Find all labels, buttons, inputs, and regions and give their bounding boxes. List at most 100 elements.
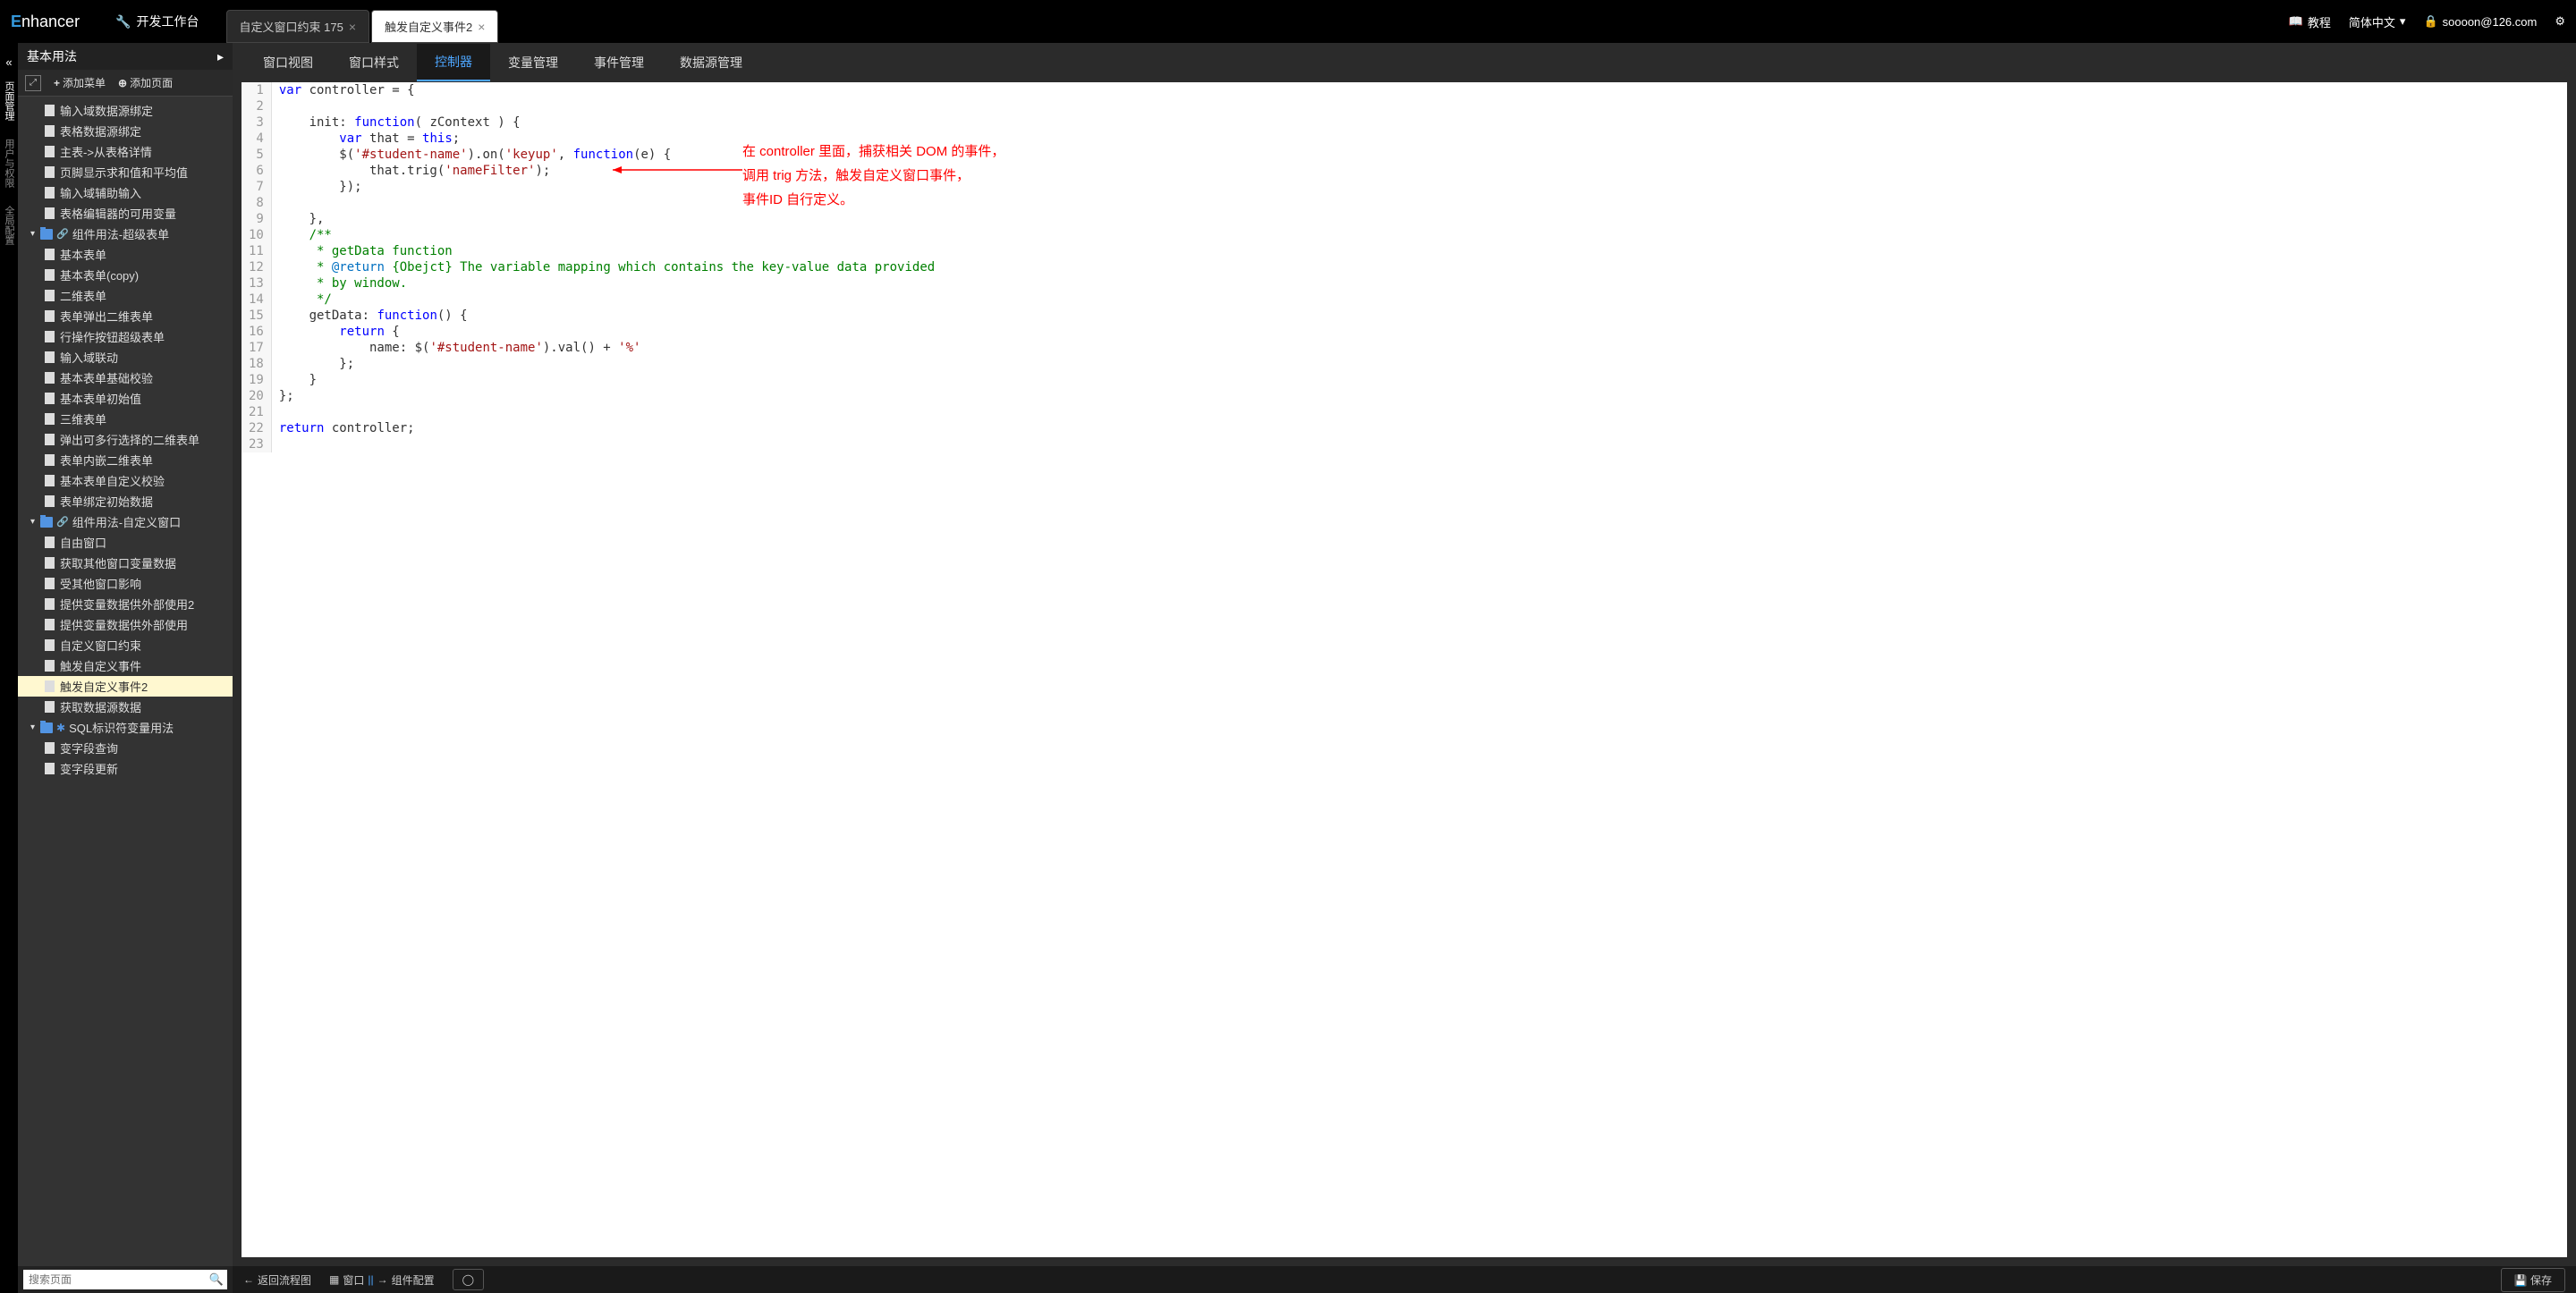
save-icon: 💾 [2514,1274,2528,1287]
tree-file[interactable]: 页脚显示求和值和平均值 [18,162,233,182]
tree-folder[interactable]: ▾🔗组件用法-超级表单 [18,224,233,244]
tree-file[interactable]: 表单绑定初始数据 [18,491,233,511]
tree-folder[interactable]: ▾🔗组件用法-自定义窗口 [18,511,233,532]
sub-tab[interactable]: 事件管理 [576,45,662,80]
play-icon[interactable]: ▸ [217,49,224,64]
file-icon [45,639,55,651]
file-icon [45,413,55,425]
file-icon [45,578,55,589]
sub-tab[interactable]: 变量管理 [490,45,576,80]
folder-icon [40,229,53,240]
sub-tab[interactable]: 窗口视图 [245,45,331,80]
language-select[interactable]: 简体中文 ▾ [2349,13,2406,30]
file-icon [45,290,55,301]
file-icon [45,393,55,404]
tree-file[interactable]: 三维表单 [18,409,233,429]
add-page-button[interactable]: ⊕ 添加页面 [118,75,173,90]
tree-file[interactable]: 自定义窗口约束 [18,635,233,655]
tree-file[interactable]: 获取其他窗口变量数据 [18,553,233,573]
tree-file[interactable]: 输入域辅助输入 [18,182,233,203]
vertical-tab[interactable]: 页面管理 [0,72,18,130]
lock-icon: 🔒 [2423,14,2437,29]
settings-button[interactable]: ⚙ [2555,14,2565,29]
tree-file[interactable]: 表格编辑器的可用变量 [18,203,233,224]
code-editor[interactable]: 1234567891011121314151617181920212223 va… [242,82,2567,1257]
tree-file[interactable]: 自由窗口 [18,532,233,553]
tree-file[interactable]: 触发自定义事件 [18,655,233,676]
line-gutter: 1234567891011121314151617181920212223 [242,82,272,452]
file-icon [45,537,55,548]
grid-icon: ▦ [329,1273,339,1286]
folder-icon [40,517,53,528]
vertical-tab[interactable]: 用户与权限 [0,130,18,197]
tree-file[interactable]: 二维表单 [18,285,233,306]
tree-file[interactable]: 表单内嵌二维表单 [18,450,233,470]
tree-file[interactable]: 基本表单初始值 [18,388,233,409]
footer-bar: ← 返回流程图 ▦ 窗口 || → 组件配置 ◯ 💾 保存 [233,1266,2576,1293]
file-icon [45,187,55,199]
tree-file[interactable]: 表单弹出二维表单 [18,306,233,326]
tree-file[interactable]: 提供变量数据供外部使用2 [18,594,233,614]
search-icon[interactable]: 🔍 [206,1270,227,1289]
file-icon [45,557,55,569]
file-icon [45,454,55,466]
tree-file[interactable]: 获取数据源数据 [18,697,233,717]
tree-file[interactable]: 输入域联动 [18,347,233,368]
tree-file[interactable]: 触发自定义事件2 [18,676,233,697]
chevron-down-icon: ▾ [30,517,35,527]
tree-file[interactable]: 变字段查询 [18,738,233,758]
tree-file[interactable]: 主表->从表格详情 [18,141,233,162]
expand-icon[interactable]: ⤢ [25,75,41,91]
search-input[interactable] [23,1270,206,1289]
file-icon [45,166,55,178]
file-icon [45,680,55,692]
chevron-down-icon: ▾ [30,229,35,239]
sidebar-search: 🔍 [18,1266,233,1293]
file-icon [45,598,55,610]
link-icon: 🔗 [56,516,69,528]
file-icon [45,660,55,672]
wrench-icon: 🔧 [115,14,131,30]
vertical-tab[interactable]: 全局配置 [0,197,18,254]
tree-file[interactable]: 受其他窗口影响 [18,573,233,594]
file-icon [45,351,55,363]
tree-file[interactable]: 行操作按钮超级表单 [18,326,233,347]
close-icon[interactable]: × [478,20,485,34]
close-icon[interactable]: × [349,20,356,34]
sub-tab[interactable]: 控制器 [417,44,490,81]
back-button[interactable]: ← 返回流程图 [243,1272,311,1288]
file-icon [45,249,55,260]
tree-file[interactable]: 弹出可多行选择的二维表单 [18,429,233,450]
tutorial-link[interactable]: 📖 教程 [2289,13,2331,30]
user-menu[interactable]: 🔒 soooon@126.com [2423,14,2537,29]
save-button[interactable]: 💾 保存 [2501,1268,2565,1292]
sub-tab[interactable]: 窗口样式 [331,45,417,80]
header-tab[interactable]: 触发自定义事件2× [371,10,498,43]
file-icon [45,701,55,713]
tree-file[interactable]: 输入域数据源绑定 [18,100,233,121]
tree-file[interactable]: 提供变量数据供外部使用 [18,614,233,635]
vertical-tabs: « 页面管理用户与权限全局配置 [0,43,18,1293]
header-tab[interactable]: 自定义窗口约束 175× [226,10,370,43]
sub-tab[interactable]: 数据源管理 [662,45,760,80]
add-menu-button[interactable]: + 添加菜单 [54,75,106,90]
code-content[interactable]: var controller = { init: function( zCont… [272,82,942,452]
arrow-left-icon: ← [243,1273,254,1286]
tree-file[interactable]: 基本表单基础校验 [18,368,233,388]
sidebar-title: 基本用法 [27,47,77,65]
tree-file[interactable]: 变字段更新 [18,758,233,779]
tree-file[interactable]: 基本表单(copy) [18,265,233,285]
app-header: Enhancer 🔧 开发工作台 自定义窗口约束 175×触发自定义事件2× 📖… [0,0,2576,43]
gear-icon: ⚙ [2555,14,2565,29]
collapse-sidebar-icon[interactable]: « [0,52,18,72]
file-icon [45,269,55,281]
tree-file[interactable]: 表格数据源绑定 [18,121,233,141]
book-icon: 📖 [2289,14,2303,29]
workbench-link[interactable]: 🔧 开发工作台 [115,13,199,30]
logo: Enhancer [11,13,80,31]
tree-file[interactable]: 基本表单 [18,244,233,265]
content-area: 窗口视图窗口样式控制器变量管理事件管理数据源管理 123456789101112… [233,43,2576,1293]
tree-folder[interactable]: ▾✱SQL标识符变量用法 [18,717,233,738]
tree-file[interactable]: 基本表单自定义校验 [18,470,233,491]
page-tree: 输入域数据源绑定表格数据源绑定主表->从表格详情页脚显示求和值和平均值输入域辅助… [18,97,233,1266]
